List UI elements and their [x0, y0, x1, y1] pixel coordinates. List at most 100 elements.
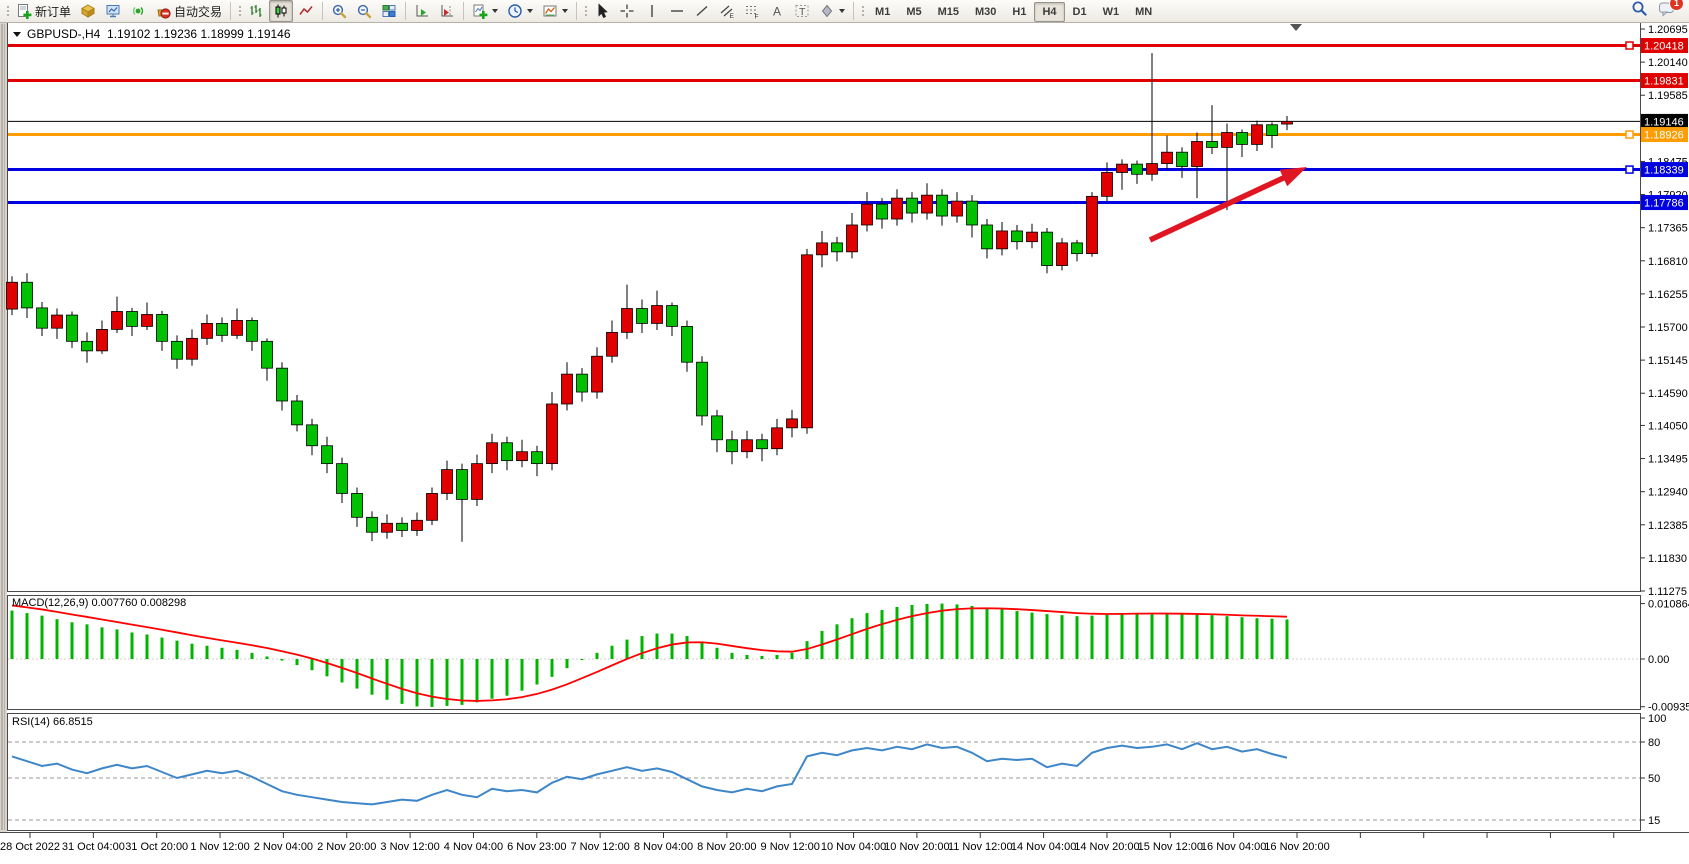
vertical-line-button[interactable]	[640, 0, 664, 22]
search-button[interactable]	[1631, 0, 1648, 22]
candle-body	[727, 440, 738, 452]
candle-body	[1252, 125, 1263, 145]
candle-body	[832, 243, 843, 252]
timeframe-h1[interactable]: H1	[1004, 2, 1034, 22]
candle-body	[772, 428, 783, 449]
bar-chart-button[interactable]	[244, 0, 268, 22]
new-order-icon	[16, 3, 32, 19]
periods-button[interactable]	[503, 0, 537, 22]
new-order-button[interactable]: 新订单	[12, 0, 75, 22]
candle-body	[1132, 164, 1143, 174]
candle-body	[1087, 196, 1098, 253]
axis-label: 15 Nov 12:00	[1138, 841, 1203, 853]
arrows-button[interactable]	[815, 0, 849, 22]
market-watch-button[interactable]	[101, 0, 125, 22]
axis-label: 6 Nov 23:00	[507, 841, 566, 853]
equidistant-channel-button[interactable]: E	[715, 0, 739, 22]
indicator-axes: 0.0108640.00-0.009358100805015	[1640, 599, 1689, 827]
line-chart-icon	[298, 3, 314, 19]
text-button[interactable]: A	[765, 0, 789, 22]
fibonacci-icon: F	[744, 3, 760, 19]
auto-scroll-button[interactable]	[410, 0, 434, 22]
horizontal-line-button[interactable]	[665, 0, 689, 22]
axis-label: 14 Nov 04:00	[1011, 841, 1076, 853]
axis-label: 1.16255	[1648, 289, 1688, 301]
candle-body	[202, 323, 213, 338]
candle-body	[457, 470, 468, 500]
text-label-button[interactable]: T	[790, 0, 814, 22]
auto-trading-button[interactable]: 自动交易	[151, 0, 226, 22]
axis-label: 1.14050	[1648, 420, 1688, 432]
channel-icon: E	[719, 3, 735, 19]
timeframe-d1[interactable]: D1	[1065, 2, 1095, 22]
text-label-icon: T	[794, 3, 810, 19]
candle-body	[157, 314, 168, 341]
candle-body	[652, 306, 663, 324]
line-chart-button[interactable]	[294, 0, 318, 22]
candle-body	[532, 452, 543, 464]
svg-text:E: E	[730, 13, 735, 19]
candle-body	[172, 341, 183, 359]
timeframe-m30[interactable]: M30	[967, 2, 1004, 22]
timeframe-h4[interactable]: H4	[1034, 2, 1064, 22]
time-axis: 28 Oct 202231 Oct 04:0031 Oct 20:001 Nov…	[0, 832, 1614, 853]
candle-body	[907, 198, 918, 213]
candle-body	[787, 419, 798, 428]
candle-body	[247, 320, 258, 341]
axis-label: 10 Nov 04:00	[821, 841, 886, 853]
axis-label: 0.00	[1648, 654, 1669, 666]
symbol-collapse-icon[interactable]	[13, 32, 21, 37]
timeframe-m5[interactable]: M5	[898, 2, 929, 22]
candle-body	[547, 404, 558, 464]
trendline-button[interactable]	[690, 0, 714, 22]
cursor-button[interactable]	[590, 0, 614, 22]
tile-windows-button[interactable]	[377, 0, 401, 22]
trend-arrow-line[interactable]	[1150, 173, 1294, 240]
line-handle[interactable]	[1626, 42, 1633, 49]
chart-shift-button[interactable]	[435, 0, 459, 22]
candle-body	[937, 195, 948, 216]
chart-shift-marker[interactable]	[1290, 24, 1302, 31]
candle-body	[487, 443, 498, 464]
notification-badge[interactable]: 1	[1669, 0, 1684, 11]
candle-body	[1267, 125, 1278, 136]
timeframe-w1[interactable]: W1	[1095, 2, 1128, 22]
quotes-button[interactable]	[76, 0, 100, 22]
candle-body	[997, 231, 1008, 249]
timeframe-m15[interactable]: M15	[930, 2, 967, 22]
line-handle[interactable]	[1626, 131, 1633, 138]
chart-title-bar: GBPUSD-,H4 1.19102 1.19236 1.18999 1.191…	[13, 27, 291, 41]
new-order-label: 新订单	[35, 3, 71, 20]
candle-body	[637, 309, 648, 324]
templates-button[interactable]	[538, 0, 572, 22]
candles-layer	[7, 53, 1293, 542]
zoom-in-button[interactable]	[327, 0, 351, 22]
candle-body	[97, 329, 108, 350]
candle-body	[712, 416, 723, 440]
toolbar-grip	[5, 4, 9, 18]
new-chart-button[interactable]	[468, 0, 502, 22]
candle-body	[862, 204, 873, 225]
candle-body	[37, 308, 48, 328]
axis-label: 1.20418	[1644, 41, 1684, 53]
candlestick-chart-button[interactable]	[269, 0, 293, 22]
chart-canvas[interactable]: 1.206951.201401.195851.184751.179201.173…	[0, 0, 1689, 864]
horizontal-line-icon	[669, 3, 685, 19]
candle-body	[847, 225, 858, 252]
chat-button[interactable]: 1	[1658, 1, 1676, 22]
line-handle[interactable]	[1626, 166, 1633, 173]
axis-label: 10 Nov 20:00	[884, 841, 949, 853]
crosshair-button[interactable]	[615, 0, 639, 22]
timeframe-m1[interactable]: M1	[867, 2, 898, 22]
fibonacci-button[interactable]: F	[740, 0, 764, 22]
candle-body	[517, 452, 528, 461]
signals-button[interactable]	[126, 0, 150, 22]
candlestick-icon	[273, 3, 289, 19]
candle-body	[337, 464, 348, 494]
candle-body	[22, 282, 33, 308]
timeframe-mn[interactable]: MN	[1127, 2, 1160, 22]
trend-arrow-head[interactable]	[1280, 167, 1307, 186]
toolbar-grip	[237, 4, 241, 18]
zoom-out-button[interactable]	[352, 0, 376, 22]
chevron-down-icon	[562, 9, 568, 13]
